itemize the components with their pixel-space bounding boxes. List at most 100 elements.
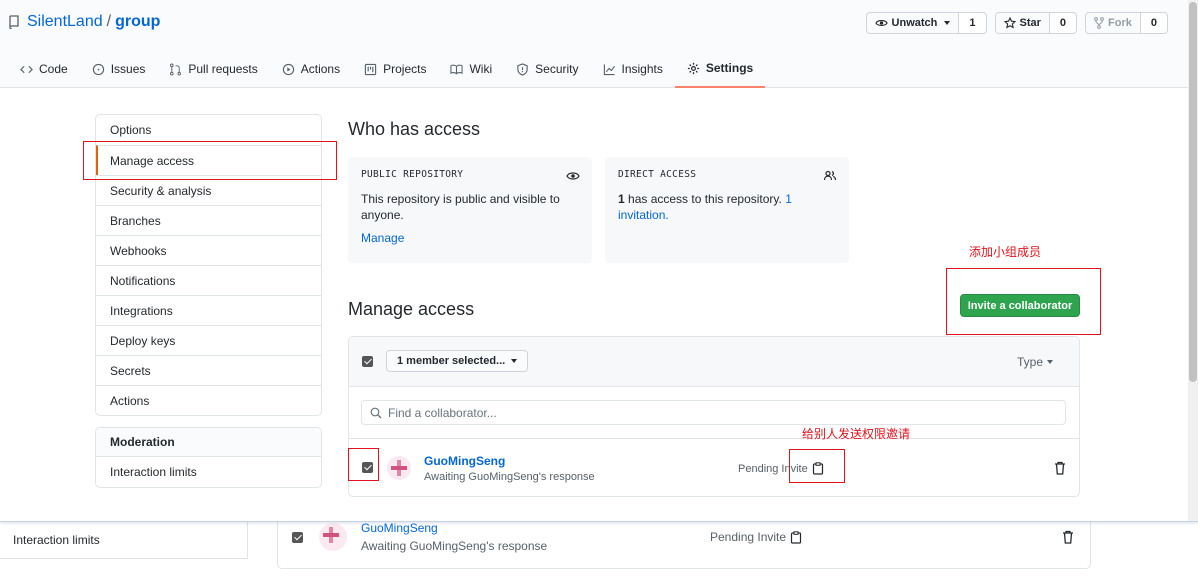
trash-icon[interactable] — [1062, 530, 1074, 544]
page: Interaction limits GuoMingSeng Awaiting … — [0, 0, 1198, 577]
clipboard-icon[interactable] — [790, 530, 802, 544]
annotation-send-invite: 给别人发送权限邀请 — [802, 427, 911, 441]
public-repository-text: This repository is public and visible to… — [361, 192, 560, 222]
pull-request-icon — [170, 63, 182, 75]
watch-button-group: Unwatch 1 — [865, 12, 987, 34]
sidebar-item-secrets[interactable]: Secrets — [96, 355, 321, 385]
tab-projects[interactable]: Projects — [352, 50, 438, 88]
sidebar-item-label: Interaction limits — [13, 532, 100, 547]
scrollbar[interactable] — [1188, 0, 1198, 521]
type-filter-dropdown[interactable]: Type — [1017, 355, 1053, 369]
star-count[interactable]: 0 — [1049, 13, 1077, 33]
issue-icon — [92, 63, 104, 75]
tab-security-label: Security — [535, 62, 579, 76]
tab-insights-label: Insights — [621, 62, 663, 76]
sidebar-item-interaction-limits[interactable]: Interaction limits — [96, 457, 321, 487]
play-icon — [282, 63, 294, 75]
search-icon — [370, 407, 382, 418]
manage-access-box: 1 member selected... Type GuoMingSeng Aw… — [348, 336, 1080, 497]
pending-invite-label: Pending Invite — [738, 462, 808, 475]
repo-tabs: Code Issues Pull requests Actions Projec… — [8, 50, 766, 88]
moderation-sidebar: Moderation Interaction limits — [95, 427, 322, 488]
fork-count[interactable]: 0 — [1140, 13, 1167, 33]
sidebar-item-manage-access[interactable]: Manage access — [96, 145, 321, 175]
manage-visibility-link[interactable]: Manage — [361, 231, 579, 245]
watch-count[interactable]: 1 — [959, 13, 986, 33]
manage-access-title: Manage access — [348, 299, 475, 319]
star-label: Star — [1019, 17, 1041, 29]
sidebar-item-label: Webhooks — [110, 243, 167, 258]
scrollbar-thumb[interactable] — [1189, 2, 1197, 382]
direct-access-count: 1 — [618, 192, 625, 206]
chevron-down-icon — [1047, 360, 1053, 364]
chevron-down-icon — [944, 21, 951, 25]
find-collaborator-input[interactable] — [388, 405, 988, 420]
member-row: GuoMingSeng Awaiting GuoMingSeng's respo… — [349, 438, 1079, 496]
public-repository-card: PUBLIC REPOSITORY This repository is pub… — [348, 157, 592, 263]
settings-sidebar: Options Manage access Security & analysi… — [95, 114, 322, 416]
tab-settings[interactable]: Settings — [674, 50, 766, 88]
sidebar-item-label: Manage access — [110, 153, 195, 168]
member-name-link[interactable]: GuoMingSeng — [361, 521, 438, 535]
tab-settings-label: Settings — [705, 61, 754, 75]
sidebar-item-label: Actions — [110, 393, 150, 408]
sidebar-item-notifications[interactable]: Notifications — [96, 265, 321, 295]
sidebar-item-deploy-keys[interactable]: Deploy keys — [96, 325, 321, 355]
sidebar-item-integrations[interactable]: Integrations — [96, 295, 321, 325]
manage-access-toolbar: 1 member selected... Type — [349, 337, 1079, 387]
member-status: Awaiting GuoMingSeng's response — [424, 471, 595, 483]
tab-code[interactable]: Code — [8, 50, 80, 88]
member-select-dropdown[interactable]: 1 member selected... — [386, 350, 529, 372]
sidebar-item-label: Notifications — [110, 273, 176, 288]
invite-collaborator-button[interactable]: Invite a collaborator — [960, 294, 1080, 317]
code-icon — [20, 65, 33, 73]
star-button-group: Star 0 — [994, 12, 1078, 34]
select-all-checkbox[interactable] — [362, 356, 373, 367]
avatar — [387, 456, 411, 480]
unwatch-button[interactable]: Unwatch — [867, 13, 960, 33]
repo-actions: Unwatch 1 Star 0 Fork 0 — [865, 12, 1168, 34]
sidebar-item-label: Interaction limits — [110, 465, 197, 479]
tab-actions-label: Actions — [300, 62, 341, 76]
sidebar-item-actions[interactable]: Actions — [96, 385, 321, 415]
repo-name-link[interactable]: group — [115, 13, 160, 31]
project-icon — [364, 63, 377, 75]
sidebar-item-label: Integrations — [110, 303, 173, 318]
pending-invite: Pending Invite — [738, 462, 824, 475]
sidebar-item-options[interactable]: Options — [96, 115, 321, 145]
unwatch-label: Unwatch — [891, 17, 938, 29]
repo-title: SilentLand / group — [8, 13, 160, 31]
star-button[interactable]: Star — [996, 13, 1050, 33]
tab-projects-label: Projects — [383, 62, 427, 76]
sidebar-item-label: Security & analysis — [110, 183, 212, 198]
sidebar-item-webhooks[interactable]: Webhooks — [96, 235, 321, 265]
member-checkbox[interactable] — [362, 462, 373, 473]
who-has-access-title: Who has access — [348, 119, 481, 139]
people-icon — [823, 170, 837, 181]
trash-icon[interactable] — [1054, 461, 1066, 475]
clipboard-icon[interactable] — [812, 462, 824, 475]
member-checkbox-duplicate[interactable] — [292, 532, 303, 543]
tab-wiki[interactable]: Wiki — [438, 50, 504, 88]
sidebar-item-label: Branches — [110, 213, 161, 228]
member-name-link[interactable]: GuoMingSeng — [424, 454, 505, 468]
sidebar-item-interaction-limits-duplicate[interactable]: Interaction limits — [0, 521, 248, 559]
avatar — [319, 523, 347, 551]
book-icon — [450, 64, 464, 74]
member-select-label: 1 member selected... — [397, 355, 506, 367]
tab-pull-requests[interactable]: Pull requests — [157, 50, 269, 88]
moderation-heading: Moderation — [96, 428, 321, 457]
tab-security[interactable]: Security — [504, 50, 590, 88]
sidebar-item-branches[interactable]: Branches — [96, 205, 321, 235]
tab-insights[interactable]: Insights — [591, 50, 675, 88]
direct-access-desc: has access to this repository. — [624, 192, 786, 206]
repo-owner-link[interactable]: SilentLand — [27, 13, 103, 31]
tab-actions[interactable]: Actions — [270, 50, 352, 88]
eye-icon — [874, 20, 888, 26]
sidebar-item-security-analysis[interactable]: Security & analysis — [96, 175, 321, 205]
tab-issues[interactable]: Issues — [80, 50, 158, 88]
sidebar-item-label: Secrets — [110, 363, 151, 378]
member-row-duplicate: GuoMingSeng Awaiting GuoMingSeng's respo… — [277, 521, 1091, 569]
fork-button[interactable]: Fork — [1086, 13, 1141, 33]
main-screenshot: SilentLand / group Unwatch 1 Star 0 Fork… — [0, 0, 1198, 522]
